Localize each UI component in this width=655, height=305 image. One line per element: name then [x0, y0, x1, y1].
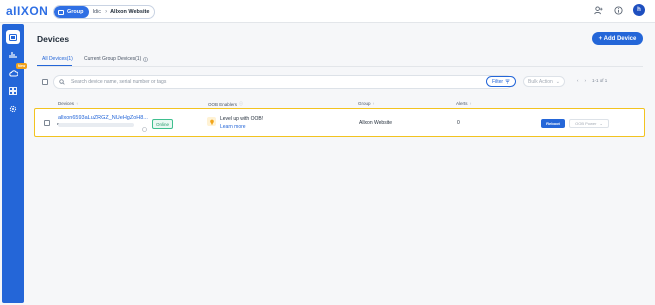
sidebar-item-dashboard[interactable]: [6, 48, 20, 62]
oob-power-dropdown[interactable]: OOB Power ⌄: [569, 119, 609, 128]
column-header-label: OOB Enablers: [208, 101, 238, 107]
breadcrumb-group-label: Group: [67, 9, 84, 15]
sidebar-item-apps[interactable]: [6, 84, 20, 98]
sidebar-item-settings[interactable]: [6, 102, 20, 116]
copy-icon[interactable]: [142, 119, 147, 137]
oob-power-label: OOB Power: [575, 121, 597, 126]
chevron-right-icon[interactable]: ›: [585, 78, 587, 83]
info-icon[interactable]: [143, 56, 149, 62]
tabs: All Devices(1) Current Group Devices(1): [37, 54, 643, 67]
filter-label: Filter: [491, 78, 504, 85]
search-box: [53, 75, 513, 89]
grid-icon: [9, 87, 17, 95]
top-bar: aIIXON Group Idic › Allxon Website h: [0, 0, 655, 23]
sidebar-item-cloud[interactable]: New: [6, 63, 28, 80]
add-device-button[interactable]: + Add Device: [592, 32, 643, 45]
search-input[interactable]: [69, 78, 512, 86]
column-header-label: Alerts: [456, 101, 468, 106]
status-badge: Online: [152, 119, 174, 129]
user-add-icon[interactable]: [593, 5, 603, 15]
group-cell: Allxon Website: [359, 120, 392, 126]
sidebar-item-devices[interactable]: [6, 30, 20, 44]
breadcrumb-group-button[interactable]: Group: [54, 6, 89, 18]
breadcrumb: Group Idic › Allxon Website: [53, 5, 156, 19]
top-icons: h: [593, 4, 645, 16]
new-badge: New: [16, 63, 28, 69]
toolbar: Filter Bulk Action ⌄ ‹ › 1-1 of 1: [37, 74, 643, 90]
bulk-action-label: Bulk Action: [528, 78, 553, 85]
bulk-action-dropdown[interactable]: Bulk Action ⌄: [523, 76, 565, 87]
chevron-down-icon: ⌄: [555, 78, 560, 85]
column-header-devices[interactable]: Devices ↑: [58, 101, 78, 106]
alerts-cell: 0: [457, 120, 460, 126]
app-logo[interactable]: aIIXON: [6, 4, 48, 18]
select-all-checkbox[interactable]: [42, 79, 48, 85]
filter-button[interactable]: Filter: [486, 76, 516, 87]
sidebar: New: [2, 24, 28, 303]
row-checkbox[interactable]: [44, 120, 50, 126]
column-header-label: Group: [358, 101, 371, 106]
column-header-group[interactable]: Group ↑: [358, 101, 375, 106]
oob-promo-text: Level up with OOB!: [220, 116, 264, 122]
tab-label: Current Group Devices(1): [84, 56, 142, 62]
pagination: ‹ › 1-1 of 1: [577, 78, 607, 83]
device-serial-redacted: [58, 123, 134, 127]
bar-chart-icon: [9, 52, 17, 58]
tab-all-devices[interactable]: All Devices(1): [42, 56, 73, 62]
oob-lightbulb-icon: [207, 117, 216, 126]
info-icon[interactable]: [613, 5, 623, 15]
tab-label: All Devices(1): [42, 56, 73, 62]
sort-icon[interactable]: ↑: [373, 101, 375, 106]
devices-icon: [9, 33, 17, 41]
learn-more-link[interactable]: Learn more: [220, 124, 246, 130]
search-icon: [59, 79, 65, 85]
breadcrumb-current[interactable]: Allxon Website: [107, 9, 154, 15]
breadcrumb-item[interactable]: Idic: [89, 9, 106, 15]
column-header-oob-enablers[interactable]: OOB Enablers ⓘ: [208, 101, 243, 107]
folder-icon: [58, 9, 64, 15]
active-tab-indicator: [37, 65, 72, 66]
column-header-label: Devices: [58, 101, 75, 106]
cloud-icon: [8, 69, 18, 76]
tab-current-group-devices[interactable]: Current Group Devices(1): [84, 56, 149, 62]
reboot-button[interactable]: Reboot: [541, 119, 565, 128]
table-row[interactable]: allxon6593aLuZRGZ_NUeHgZoH8... Online Le…: [34, 108, 645, 137]
chevron-down-icon: ⌄: [599, 121, 603, 126]
column-header-alerts[interactable]: Alerts ↑: [456, 101, 472, 106]
filter-icon: [505, 79, 510, 84]
chevron-left-icon[interactable]: ‹: [577, 78, 579, 83]
pagination-range: 1-1 of 1: [592, 78, 608, 83]
sort-icon[interactable]: ↑: [76, 101, 78, 106]
table-header: Devices ↑ OOB Enablers ⓘ Group ↑ Alerts ↑: [37, 101, 643, 108]
avatar[interactable]: h: [633, 4, 645, 16]
sort-icon[interactable]: ↑: [470, 101, 472, 106]
info-icon[interactable]: ⓘ: [239, 101, 243, 107]
page-title: Devices: [37, 34, 70, 44]
device-name-link[interactable]: allxon6593aLuZRGZ_NUeHgZoH8...: [58, 115, 148, 121]
gear-icon: [9, 105, 17, 113]
